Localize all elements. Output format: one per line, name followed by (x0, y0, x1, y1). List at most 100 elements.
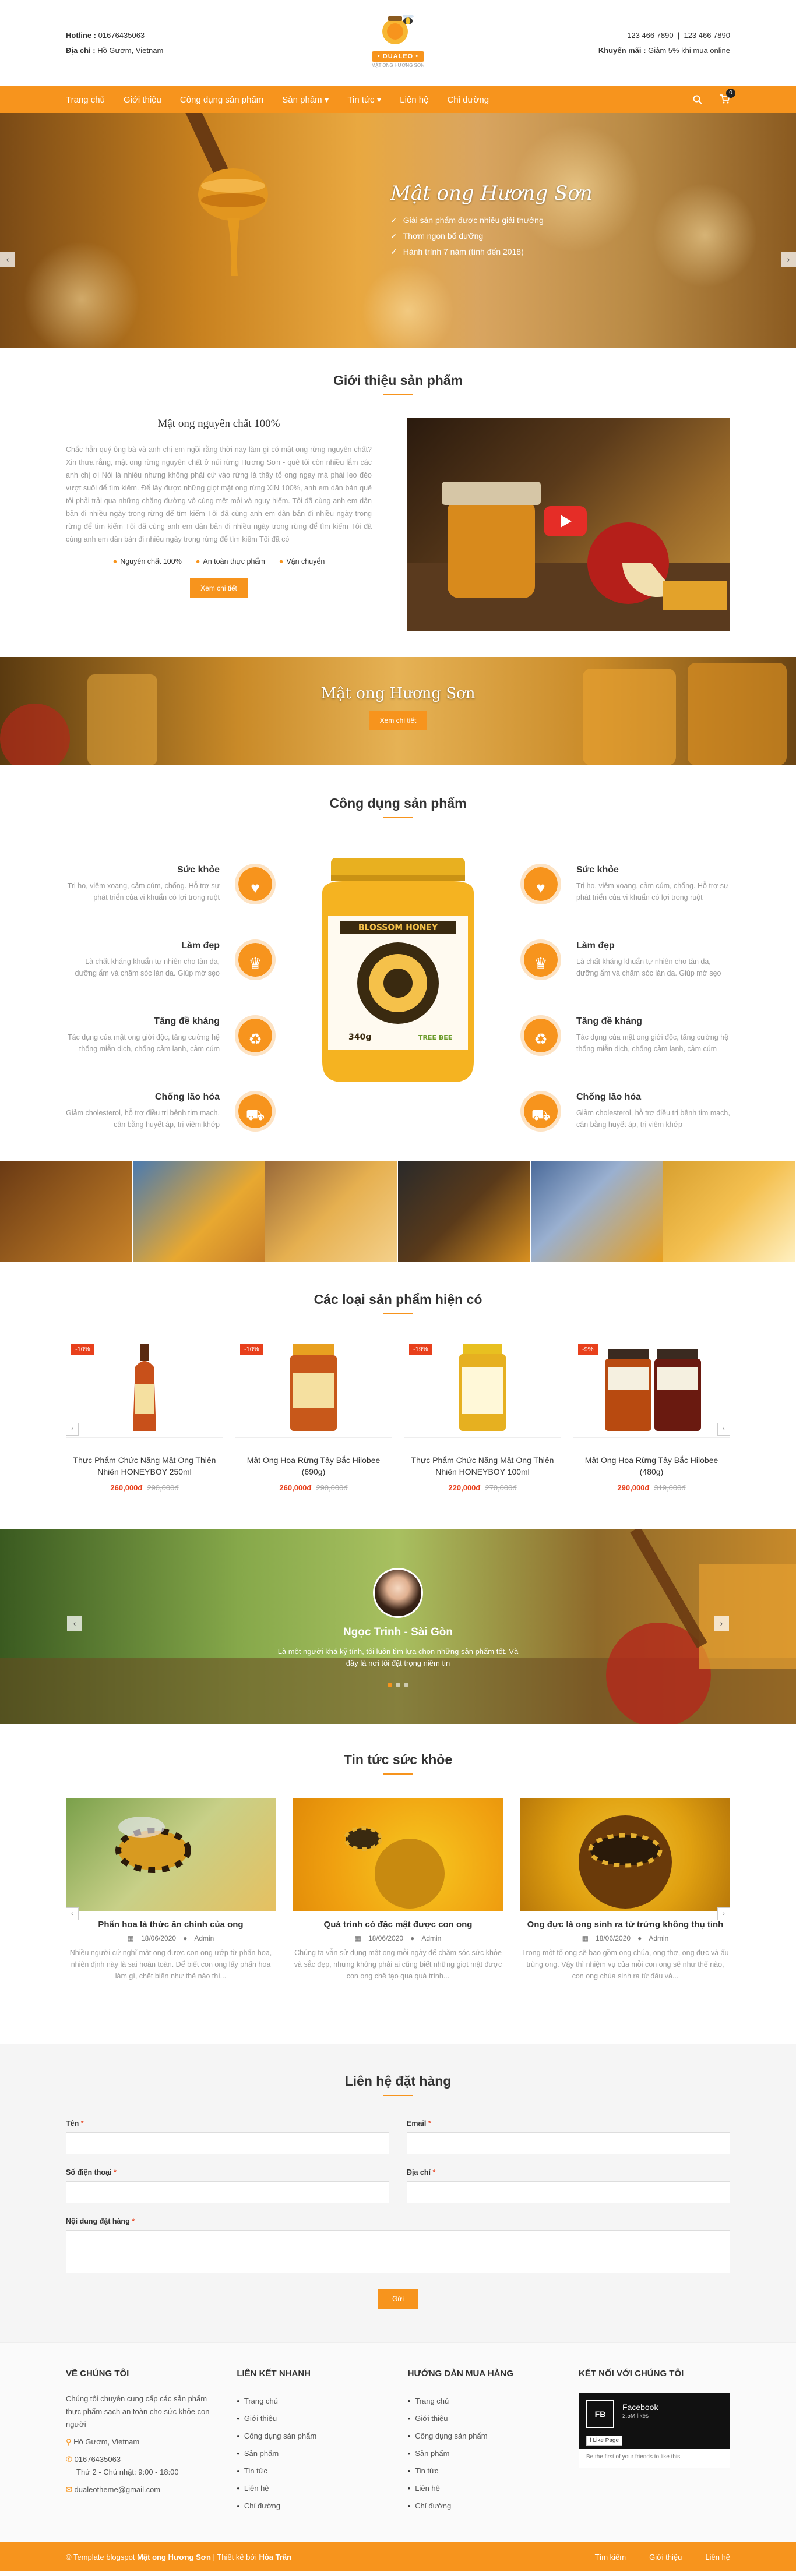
product-name[interactable]: Thực Phẩm Chức Năng Mật Ong Thiên Nhiên … (404, 1454, 561, 1478)
news-image[interactable] (293, 1798, 503, 1911)
facebook-widget[interactable]: FB Facebook 2.5M likes f Like Page Be the… (578, 2393, 730, 2468)
product-card[interactable]: -10% Thực Phẩm Chức Năng Mật Ong Thiên N… (66, 1337, 223, 1492)
news-title-link[interactable]: Phấn hoa là thức ăn chính của ong (66, 1919, 276, 1931)
footer-link[interactable]: Liên hệ (408, 2480, 554, 2497)
slider-prev-button[interactable]: ‹ (0, 252, 15, 267)
phone-field[interactable] (66, 2181, 389, 2203)
hotline-value[interactable]: 01676435063 (98, 31, 145, 40)
product-name[interactable]: Mật Ong Hoa Rừng Tây Bắc Hilobee (690g) (235, 1454, 392, 1478)
nav-directions[interactable]: Chỉ đường (447, 95, 489, 105)
intro-title: Giới thiệu sản phẩm (66, 373, 730, 395)
copyright-author[interactable]: Hòa Trần (259, 2553, 291, 2561)
name-field[interactable] (66, 2132, 389, 2154)
footer-link[interactable]: Sản phẩm (237, 2445, 382, 2462)
phone-1[interactable]: 123 466 7890 (627, 31, 674, 40)
nav-about[interactable]: Giới thiệu (124, 95, 161, 105)
product-name[interactable]: Mật Ong Hoa Rừng Tây Bắc Hilobee (480g) (573, 1454, 730, 1478)
facebook-like-button[interactable]: f Like Page (586, 2436, 623, 2446)
sale-badge: -9% (578, 1344, 598, 1355)
bottom-link-search[interactable]: Tìm kiếm (595, 2553, 626, 2561)
slider-title: Mật ong Hương Sơn (390, 182, 593, 205)
product-card[interactable]: -19% Thực Phẩm Chức Năng Mật Ong Thiên N… (404, 1337, 561, 1492)
footer-link[interactable]: Trang chủ (237, 2393, 382, 2410)
gallery-image[interactable] (398, 1161, 531, 1262)
news-title: Tin tức sức khỏe (66, 1752, 730, 1775)
search-icon[interactable] (693, 95, 702, 104)
product-name[interactable]: Thực Phẩm Chức Năng Mật Ong Thiên Nhiên … (66, 1454, 223, 1478)
news-image[interactable] (520, 1798, 730, 1911)
facebook-page-name[interactable]: Facebook (622, 2402, 658, 2412)
testimonial-pagination (0, 1680, 796, 1689)
footer-link[interactable]: Trang chủ (408, 2393, 554, 2410)
footer-link[interactable]: Chỉ đường (237, 2497, 382, 2515)
email-label: Email * (407, 2119, 730, 2128)
footer-quick-links: LIÊN KẾT NHANH Trang chủ Giới thiệu Công… (237, 2369, 382, 2515)
news-title-link[interactable]: Ong đực là ong sinh ra từ trứng không th… (520, 1919, 730, 1931)
hero-slider: Mật ong Hương Sơn ✓ Giải sản phẩm được nh… (0, 113, 796, 348)
dot-icon: ● (195, 557, 200, 566)
news-title-link[interactable]: Quá trình có đặc mật được con ong (293, 1919, 503, 1931)
photo-gallery (0, 1161, 796, 1262)
calendar-icon: ▦ (354, 1934, 361, 1942)
bee-on-flower-photo (344, 1826, 445, 1909)
news-card[interactable]: Ong đực là ong sinh ra từ trứng không th… (520, 1798, 730, 1982)
footer-address: Hồ Gươm, Vietnam (73, 2437, 140, 2446)
main-nav: Trang chủ Giới thiệu Công dụng sản phẩm … (0, 86, 796, 113)
product-price: 260,000đ (110, 1483, 143, 1492)
content-label: Nội dung đặt hàng * (66, 2217, 730, 2225)
bottom-link-about[interactable]: Giới thiệu (649, 2553, 682, 2561)
banner-detail-button[interactable]: Xem chi tiết (369, 711, 427, 730)
footer-link[interactable]: Tin tức (237, 2462, 382, 2480)
gallery-image[interactable] (265, 1161, 399, 1262)
footer-link[interactable]: Sản phẩm (408, 2445, 554, 2462)
footer-email[interactable]: dualeotheme@gmail.com (75, 2485, 161, 2494)
nav-products[interactable]: Sản phẩm ▾ (282, 94, 329, 105)
news-card[interactable]: Phấn hoa là thức ăn chính của ong ▦ 18/06… (66, 1798, 276, 1982)
gallery-image[interactable] (530, 1161, 664, 1262)
product-card[interactable]: -9% Mật Ong Hoa Rừng Tây Bắc Hilobee (48… (573, 1337, 730, 1492)
address-label: Địa chỉ : (66, 46, 96, 55)
news-image[interactable] (66, 1798, 276, 1911)
nav-home[interactable]: Trang chủ (66, 95, 105, 105)
pagination-dot[interactable] (388, 1683, 392, 1687)
news-author: Admin (421, 1934, 442, 1942)
products-next-button[interactable]: › (717, 1423, 730, 1436)
video-play-button[interactable] (544, 506, 587, 536)
footer-link[interactable]: Chỉ đường (408, 2497, 554, 2515)
news-prev-button[interactable]: ‹ (66, 1907, 79, 1920)
footer-link[interactable]: Tin tức (408, 2462, 554, 2480)
footer-phone[interactable]: 01676435063 (75, 2455, 121, 2464)
news-card[interactable]: Quá trình có đặc mật được con ong ▦ 18/06… (293, 1798, 503, 1982)
benefit-title: Sức khỏe (177, 865, 220, 875)
footer-link[interactable]: Công dụng sản phẩm (408, 2427, 554, 2445)
phone-2[interactable]: 123 466 7890 (684, 31, 730, 40)
address-field[interactable] (407, 2181, 730, 2203)
news-date: 18/06/2020 (368, 1934, 404, 1942)
news-next-button[interactable]: › (717, 1907, 730, 1920)
footer-link[interactable]: Giới thiệu (408, 2410, 554, 2427)
copyright-brand[interactable]: Mật ong Hương Sơn (137, 2553, 211, 2561)
pagination-dot[interactable] (404, 1683, 408, 1687)
footer-link[interactable]: Giới thiệu (237, 2410, 382, 2427)
order-content-field[interactable] (66, 2230, 730, 2273)
pagination-dot[interactable] (396, 1683, 400, 1687)
slider-next-button[interactable]: › (781, 252, 796, 267)
beauty-icon: ♛ (235, 939, 276, 980)
submit-button[interactable]: Gửi (378, 2289, 418, 2309)
site-logo[interactable]: • DUALEO • MẬT ONG HƯƠNG SƠN (357, 8, 439, 68)
benefit-text: Tác dụng của mật ong giới độc, tăng cườn… (576, 1033, 729, 1053)
intro-detail-button[interactable]: Xem chi tiết (190, 578, 248, 598)
gallery-image[interactable] (663, 1161, 796, 1262)
bottom-link-contact[interactable]: Liên hệ (705, 2553, 730, 2561)
nav-uses[interactable]: Công dụng sản phẩm (180, 95, 263, 105)
intro-video[interactable] (407, 418, 730, 631)
nav-news[interactable]: Tin tức ▾ (347, 94, 381, 105)
cart-button[interactable]: 0 (720, 88, 735, 105)
gallery-image[interactable] (132, 1161, 266, 1262)
footer-link[interactable]: Liên hệ (237, 2480, 382, 2497)
email-field[interactable] (407, 2132, 730, 2154)
footer-link[interactable]: Công dụng sản phẩm (237, 2427, 382, 2445)
gallery-image[interactable] (0, 1161, 133, 1262)
nav-contact[interactable]: Liên hệ (400, 95, 428, 105)
product-card[interactable]: -10% Mật Ong Hoa Rừng Tây Bắc Hilobee (6… (235, 1337, 392, 1492)
